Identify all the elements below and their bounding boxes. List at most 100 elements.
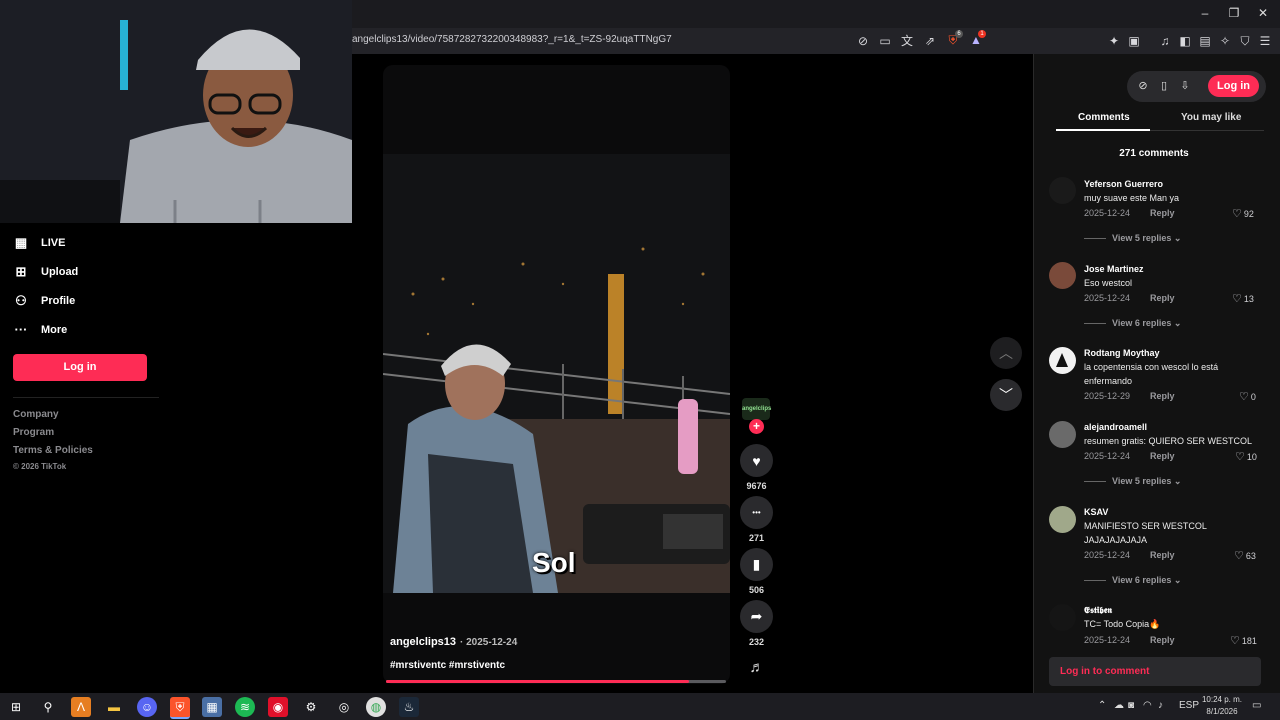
- tab-you-may-like[interactable]: You may like: [1181, 112, 1241, 123]
- avatar[interactable]: [1049, 177, 1076, 204]
- spotify-icon[interactable]: ≋: [235, 697, 255, 717]
- volume-icon[interactable]: ♪: [1158, 700, 1163, 711]
- clock-time[interactable]: 10:24 p. m.: [1201, 695, 1243, 704]
- comment-user[interactable]: alejandroamell: [1084, 422, 1147, 432]
- like-comment-button[interactable]: ♡ 13: [1232, 292, 1254, 305]
- like-button[interactable]: ♥: [740, 444, 773, 477]
- view-replies-button[interactable]: View 6 replies ⌄: [1084, 575, 1181, 586]
- network-icon[interactable]: ☁: [1114, 700, 1124, 711]
- view-replies-button[interactable]: View 6 replies ⌄: [1084, 318, 1181, 329]
- comment-user[interactable]: KSAV: [1084, 507, 1108, 517]
- language-indicator[interactable]: ESP: [1179, 700, 1199, 711]
- vpn-icon[interactable]: ⛉: [1237, 34, 1253, 48]
- previous-video-button[interactable]: ︿: [990, 337, 1022, 369]
- compass-icon[interactable]: ⊘: [1135, 79, 1151, 92]
- translate-off-icon[interactable]: ⊘: [855, 34, 871, 48]
- sidebar-item-profile[interactable]: ⚇ Profile: [13, 293, 75, 309]
- panel-login-button[interactable]: Log in: [1208, 75, 1259, 97]
- close-icon[interactable]: ✕: [1253, 6, 1273, 20]
- url-text[interactable]: angelclips13/video/7587282732200348983?_…: [352, 34, 672, 45]
- heart-outline-icon: ♡: [1234, 550, 1244, 562]
- sidebar-item-upload[interactable]: ⊞ Upload: [13, 264, 79, 280]
- reply-button[interactable]: Reply: [1150, 293, 1175, 303]
- chrome-icon[interactable]: ◍: [366, 697, 386, 717]
- avatar-picture: [1056, 353, 1068, 367]
- music-disc-icon[interactable]: ♬: [746, 657, 768, 679]
- steam-icon[interactable]: ♨: [399, 697, 419, 717]
- footer-program-link[interactable]: Program: [13, 427, 54, 438]
- bookmark-button[interactable]: ▮: [740, 548, 773, 581]
- comment-button[interactable]: •••: [740, 496, 773, 529]
- comment-like-count: 181: [1241, 636, 1257, 646]
- panel-icon[interactable]: ◧: [1177, 34, 1193, 48]
- obs-icon[interactable]: ◎: [334, 697, 354, 717]
- translate-icon[interactable]: 文: [899, 34, 915, 48]
- screen-cast-icon[interactable]: ▭: [877, 34, 893, 48]
- notification-icon[interactable]: ▭: [1252, 700, 1261, 711]
- search-icon[interactable]: ⚲: [38, 697, 58, 717]
- avatar[interactable]: [1049, 506, 1076, 533]
- footer-company-link[interactable]: Company: [13, 409, 59, 420]
- wifi-icon[interactable]: ◠: [1143, 700, 1152, 711]
- author-avatar[interactable]: angelclips: [742, 398, 771, 420]
- view-replies-button[interactable]: View 5 replies ⌄: [1084, 476, 1181, 487]
- comment-user[interactable]: Jose Martinez: [1084, 264, 1144, 274]
- calculator-icon[interactable]: ▦: [202, 697, 222, 717]
- brave-browser-icon[interactable]: ⛨: [170, 697, 190, 719]
- download-icon[interactable]: ⇩: [1177, 79, 1193, 92]
- share-button[interactable]: ➦: [740, 600, 773, 633]
- avatar[interactable]: [1049, 604, 1076, 631]
- like-comment-button[interactable]: ♡ 10: [1235, 450, 1257, 463]
- sidebar-item-more[interactable]: ··· More: [13, 322, 68, 337]
- chevron-down-icon: ⌄: [1173, 575, 1182, 585]
- sidebar-icon[interactable]: ▣: [1126, 34, 1142, 48]
- reply-button[interactable]: Reply: [1150, 550, 1175, 560]
- extensions-icon[interactable]: ✦: [1106, 34, 1122, 48]
- sidebar-divider: [13, 397, 159, 398]
- minimize-icon[interactable]: –: [1195, 6, 1215, 20]
- reply-button[interactable]: Reply: [1150, 635, 1175, 645]
- file-explorer-icon[interactable]: ▬: [104, 697, 124, 717]
- like-comment-button[interactable]: ♡ 63: [1234, 549, 1256, 562]
- like-comment-button[interactable]: ♡ 0: [1239, 390, 1256, 403]
- reply-button[interactable]: Reply: [1150, 208, 1175, 218]
- app-red-icon[interactable]: ◉: [268, 697, 288, 717]
- like-comment-button[interactable]: ♡ 181: [1230, 634, 1257, 647]
- like-comment-button[interactable]: ♡ 92: [1232, 207, 1254, 220]
- leo-icon[interactable]: ✧: [1217, 34, 1233, 48]
- avatar[interactable]: [1049, 421, 1076, 448]
- discord-icon[interactable]: ☺: [137, 697, 157, 717]
- next-video-button[interactable]: ﹀: [990, 379, 1022, 411]
- comment-user[interactable]: 𝕰𝖘𝖙𝖎𝖇𝖊𝖓: [1084, 605, 1112, 616]
- follow-plus-icon[interactable]: +: [749, 419, 764, 434]
- windows-start-icon[interactable]: ⊞: [6, 697, 26, 717]
- restore-icon[interactable]: ❐: [1224, 6, 1244, 20]
- camera-icon[interactable]: ◙: [1128, 700, 1134, 711]
- device-icon[interactable]: ▯: [1156, 79, 1172, 92]
- tab-comments[interactable]: Comments: [1078, 112, 1130, 123]
- chevron-up-icon[interactable]: ⌃: [1098, 700, 1106, 711]
- reply-button[interactable]: Reply: [1150, 451, 1175, 461]
- comment-user[interactable]: Yeferson Guerrero: [1084, 179, 1163, 189]
- clock-date[interactable]: 8/1/2026: [1201, 707, 1243, 716]
- wallet-icon[interactable]: ▤: [1197, 34, 1213, 48]
- app-a-icon[interactable]: Λ: [71, 697, 91, 717]
- video-author[interactable]: angelclips13: [390, 636, 456, 648]
- login-to-comment-link[interactable]: Log in to comment: [1060, 666, 1149, 677]
- heart-icon: ♥: [752, 452, 761, 469]
- share-icon[interactable]: ⇗: [922, 34, 938, 48]
- settings-icon[interactable]: ⚙: [301, 697, 321, 717]
- footer-terms-link[interactable]: Terms & Policies: [13, 445, 93, 456]
- heart-outline-icon: ♡: [1235, 451, 1245, 463]
- video-frame[interactable]: [383, 154, 730, 593]
- comment-user[interactable]: Rodtang Moythay: [1084, 348, 1160, 358]
- music-icon[interactable]: ♫: [1157, 34, 1173, 48]
- video-hashtags[interactable]: #mrstiventc #mrstiventc: [390, 660, 505, 671]
- avatar[interactable]: [1049, 262, 1076, 289]
- sidebar-login-button[interactable]: Log in: [13, 354, 147, 381]
- view-replies-button[interactable]: View 5 replies ⌄: [1084, 233, 1181, 244]
- menu-icon[interactable]: ☰: [1257, 34, 1273, 48]
- avatar[interactable]: [1049, 347, 1076, 374]
- sidebar-item-live[interactable]: ▦ LIVE: [13, 235, 66, 251]
- reply-button[interactable]: Reply: [1150, 391, 1175, 401]
